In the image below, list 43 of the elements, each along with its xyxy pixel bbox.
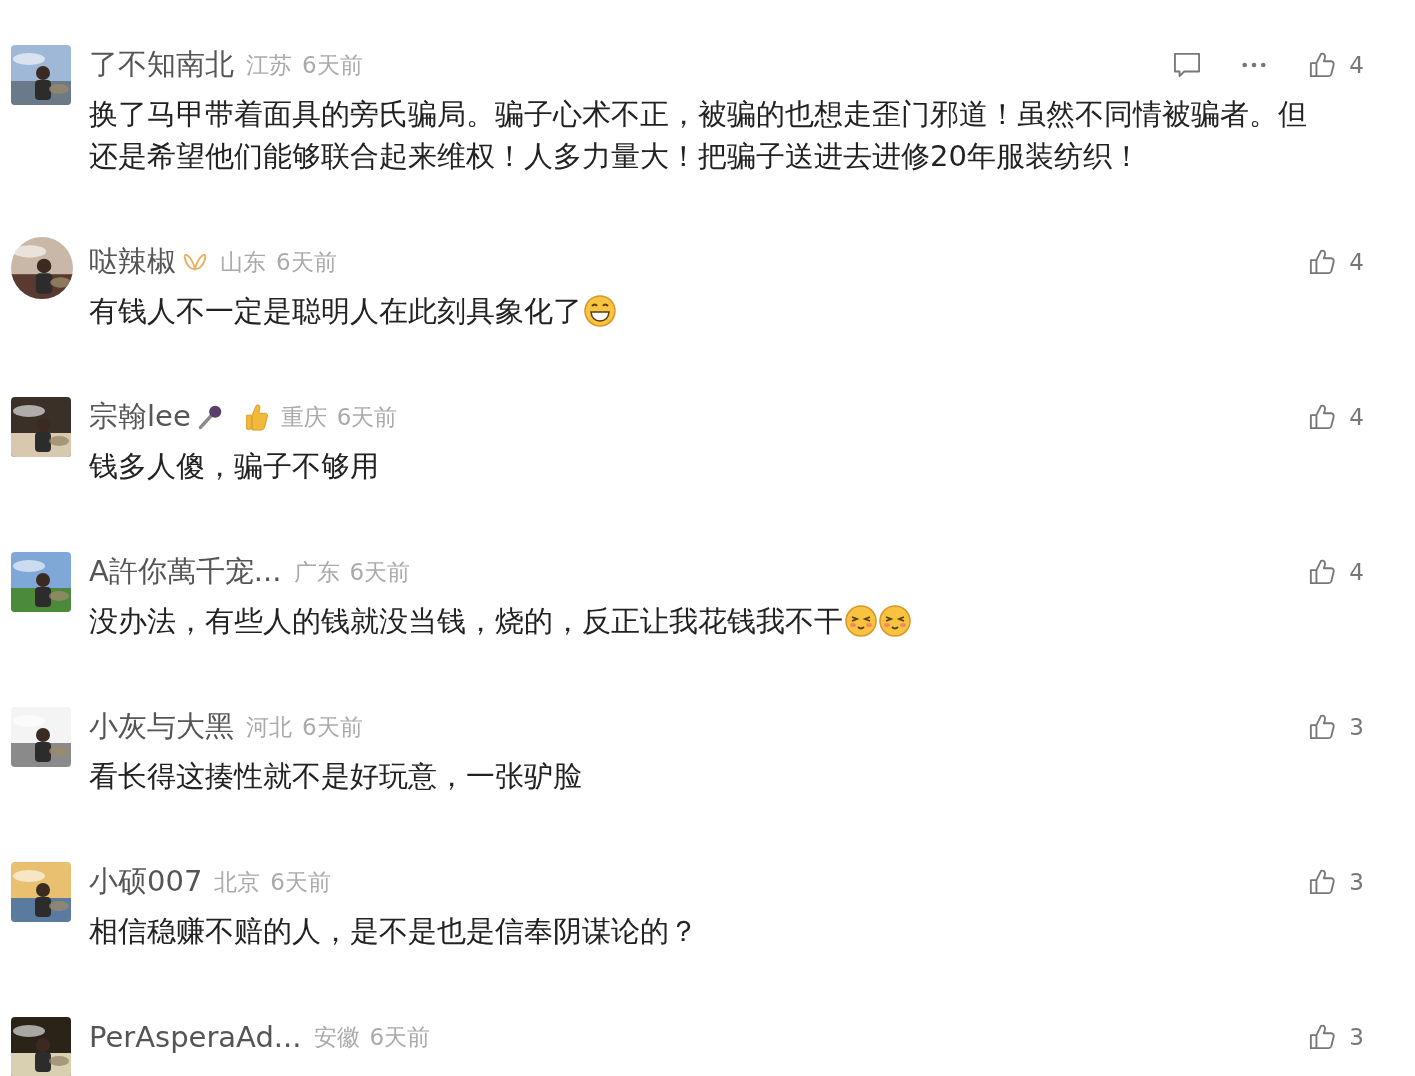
comment-text: 钱多人傻，骗子不够用 (89, 449, 379, 483)
like-icon[interactable] (1309, 249, 1336, 275)
location-label: 山东 (220, 247, 266, 277)
comment-text: 有钱人不一定是聪明人在此刻具象化了 (89, 294, 582, 328)
comment-text: 没办法，有些人的钱就没当钱，烧的，反正让我花钱我不干 (89, 604, 843, 638)
user-name[interactable]: 宗翰lee (89, 397, 191, 437)
like-icon[interactable] (1309, 1024, 1336, 1050)
like-icon[interactable] (1309, 52, 1336, 78)
like-count: 3 (1349, 714, 1364, 740)
like-count: 4 (1349, 52, 1364, 78)
like-count: 3 (1349, 1024, 1364, 1050)
timestamp: 6天前 (349, 557, 411, 587)
comment-icon[interactable] (1173, 52, 1202, 78)
location-label: 北京 (214, 867, 261, 897)
timestamp: 6天前 (336, 402, 398, 432)
comment-text: 换了马甲带着面具的旁氏骗局。骗子心术不正，被骗的也想走歪门邪道！虽然不同情被骗者。但还是希望他们能够联合起来维权！人多力量大！把骗子送进去进修20年服装纺织！ (89, 97, 1307, 173)
timestamp: 6天前 (276, 247, 337, 277)
like-icon[interactable] (1309, 404, 1336, 430)
user-name[interactable]: 小灰与大黑 (89, 707, 234, 747)
like-count: 4 (1349, 559, 1364, 585)
location-label: 广东 (293, 557, 340, 587)
like-icon[interactable] (1309, 559, 1336, 585)
user-name[interactable]: 了不知南北 (89, 45, 234, 85)
user-name[interactable]: 哒辣椒 (89, 242, 176, 282)
location-label: 安徽 (313, 1022, 360, 1052)
like-count: 3 (1349, 869, 1364, 895)
timestamp: 6天前 (369, 1022, 431, 1052)
like-icon[interactable] (1309, 714, 1336, 740)
comment-text: 看长得这揍性就不是好玩意，一张驴脸 (89, 759, 582, 793)
user-name[interactable]: A許你萬千宠... (89, 552, 282, 592)
like-icon[interactable] (1309, 869, 1336, 895)
timestamp: 6天前 (302, 712, 363, 742)
timestamp: 6天前 (270, 867, 331, 897)
like-count: 4 (1349, 249, 1364, 275)
location-label: 河北 (246, 712, 292, 742)
location-label: 重庆 (280, 402, 327, 432)
like-count: 4 (1349, 404, 1364, 430)
user-name[interactable]: 小硕007 (89, 862, 203, 902)
user-name[interactable]: PerAsperaAd... (89, 1020, 302, 1054)
location-label: 江苏 (246, 50, 292, 80)
more-icon[interactable] (1241, 62, 1268, 68)
comment-text: 相信稳赚不赔的人，是不是也是信奉阴谋论的？ (89, 914, 698, 948)
timestamp: 6天前 (302, 50, 363, 80)
